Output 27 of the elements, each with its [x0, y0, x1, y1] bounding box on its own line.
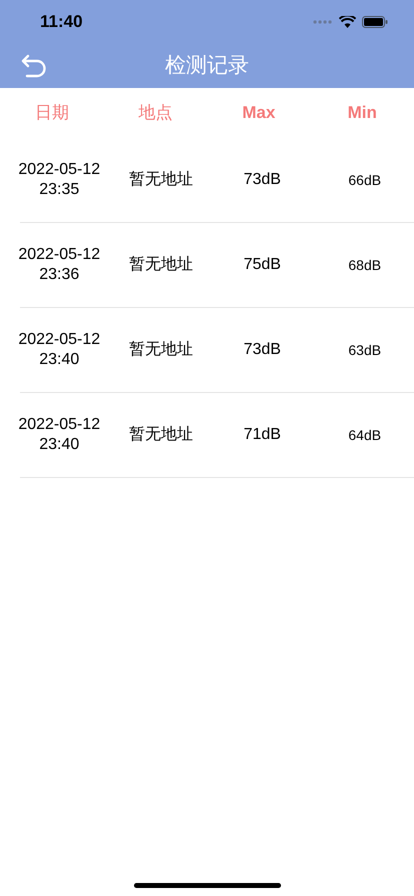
signal-icon	[313, 20, 333, 24]
min-cell-text: 66dB	[347, 170, 382, 190]
status-time: 11:40	[40, 11, 83, 34]
location-cell-text: 暂无地址	[128, 254, 194, 275]
wifi-icon	[339, 16, 356, 28]
date-cell: 2022-05-12 23:40	[17, 415, 102, 455]
back-button[interactable]	[20, 53, 48, 79]
min-cell-text: 64dB	[347, 426, 382, 444]
location-cell-text: 暂无地址	[128, 424, 194, 445]
max-cell-text: 73dB	[242, 340, 282, 360]
undo-arrow-icon	[21, 54, 47, 78]
column-header: 地点	[137, 102, 174, 124]
max-cell-text: 73dB	[242, 170, 282, 190]
location-cell-text: 暂无地址	[128, 340, 194, 360]
date-cell: 2022-05-12 23:40	[17, 330, 102, 370]
max-cell-text: 71dB	[242, 425, 282, 445]
battery-icon	[362, 16, 388, 28]
location-cell-text: 暂无地址	[128, 170, 194, 190]
date-cell: 2022-05-12 23:35	[17, 160, 102, 200]
page-title: 检测记录	[165, 53, 249, 80]
column-header: 日期	[34, 102, 70, 124]
column-header: Max	[241, 102, 276, 124]
column-header: Min	[346, 102, 378, 124]
min-cell-text: 68dB	[347, 256, 382, 274]
min-cell-text: 63dB	[347, 340, 382, 360]
date-cell: 2022-05-12 23:36	[17, 245, 102, 285]
max-cell-text: 75dB	[242, 255, 282, 275]
